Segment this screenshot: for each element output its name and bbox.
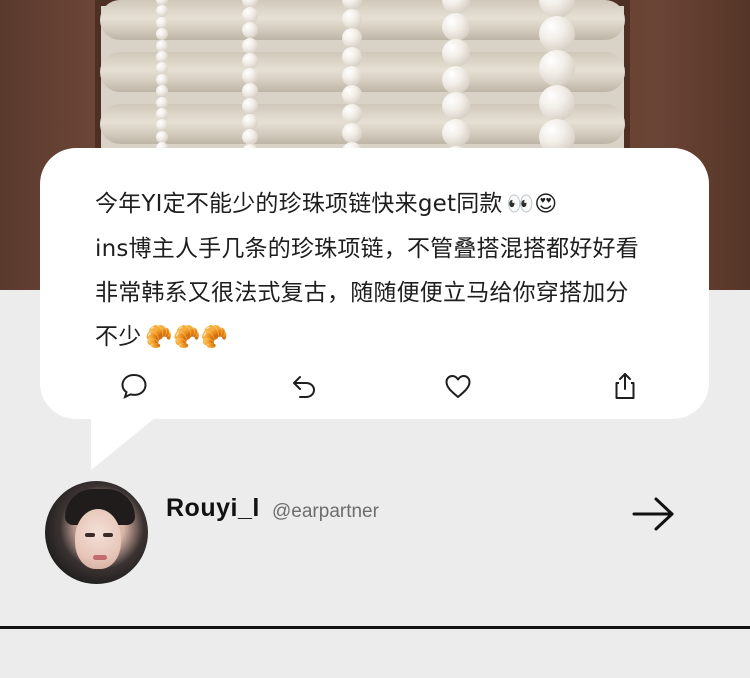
post-line: 不少 🥐🥐🥐	[95, 315, 700, 360]
pearl	[442, 12, 470, 41]
post-line: 今年YI定不能少的珍珠项链快来get同款 👀😍	[95, 182, 700, 227]
pearl	[539, 16, 575, 53]
eyes-heart-eyes-emoji: 👀😍	[506, 192, 558, 217]
post-actions	[110, 368, 650, 404]
pearl	[156, 16, 168, 29]
pearl	[242, 52, 258, 69]
author-handle[interactable]: @earpartner	[272, 501, 379, 523]
pearl	[342, 66, 362, 86]
comment-button[interactable]	[116, 368, 152, 404]
post-line: 非常韩系又很法式复古，随随便便立马给你穿搭加分	[95, 280, 629, 306]
author-name[interactable]: Rouyi_l	[166, 494, 260, 523]
pearl	[156, 96, 168, 109]
arrow-right-icon[interactable]	[632, 494, 676, 534]
pearl	[156, 39, 168, 52]
pearl	[539, 84, 575, 121]
pearl	[156, 130, 168, 143]
pearl	[342, 85, 362, 105]
avatar-eye	[85, 533, 95, 537]
croissant-emoji: 🥐🥐🥐	[145, 325, 229, 350]
pearl	[342, 47, 362, 67]
reply-button[interactable]	[286, 368, 322, 404]
pearl	[242, 37, 258, 54]
divider	[0, 626, 750, 629]
comment-icon	[121, 373, 147, 399]
share-icon	[615, 373, 635, 399]
pearl	[342, 28, 362, 48]
pearl	[156, 51, 168, 63]
pearl	[242, 113, 258, 130]
avatar-eye	[103, 533, 113, 537]
reply-icon	[293, 376, 316, 398]
pearl	[442, 65, 470, 94]
pearl	[342, 123, 362, 143]
pearl	[156, 73, 168, 86]
post-line-text: 今年YI定不能少的珍珠项链快来get同款	[95, 191, 503, 217]
avatar-lips	[93, 555, 107, 560]
pearl	[442, 119, 470, 147]
pearl	[242, 68, 258, 84]
post-line: ins博主人手几条的珍珠项链，不管叠搭混搭都好好看	[95, 236, 639, 262]
share-button[interactable]	[607, 368, 643, 404]
post-line-text: 不少	[95, 324, 142, 350]
pearl	[342, 9, 362, 29]
pearl	[242, 128, 258, 145]
post-card-tail	[91, 418, 155, 470]
pearl	[442, 39, 470, 68]
pearl	[156, 108, 168, 120]
post-text: 今年YI定不能少的珍珠项链快来get同款 👀😍 ins博主人手几条的珍珠项链，不管…	[95, 182, 700, 360]
pearl	[342, 104, 362, 124]
avatar-face	[75, 509, 121, 569]
avatar[interactable]	[45, 481, 148, 584]
heart-icon	[445, 375, 471, 398]
like-button[interactable]	[440, 368, 476, 404]
